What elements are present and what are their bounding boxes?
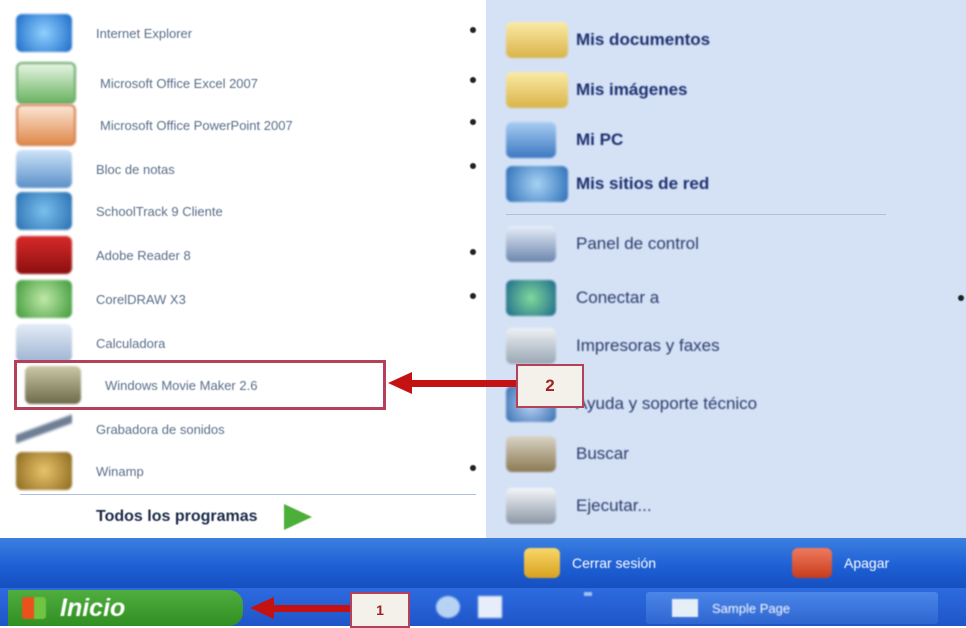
annotation-callout-1: 1 — [350, 592, 410, 628]
start-menu-places-pane: Mis documentos Mis imágenes Mi PC Mis si… — [486, 0, 966, 538]
submenu-arrow-icon — [470, 163, 476, 169]
window-icon — [672, 599, 698, 617]
divider — [20, 494, 476, 495]
places-my-documents[interactable]: Mis documentos — [506, 18, 958, 62]
program-powerpoint[interactable]: Microsoft Office PowerPoint 2007 — [16, 100, 484, 150]
search-icon — [506, 436, 556, 472]
program-internet-explorer[interactable]: Internet Explorer — [16, 8, 484, 58]
divider — [506, 214, 886, 215]
submenu-arrow-icon — [470, 293, 476, 299]
program-movie-maker-highlighted[interactable]: Windows Movie Maker 2.6 — [14, 360, 386, 410]
submenu-arrow-icon — [470, 119, 476, 125]
powerpoint-icon — [16, 104, 76, 146]
sound-recorder-icon — [16, 410, 72, 448]
notepad-icon — [16, 150, 72, 188]
submenu-arrow-icon — [470, 249, 476, 255]
submenu-arrow-icon — [958, 295, 964, 301]
system-printers[interactable]: Impresoras y faxes — [506, 324, 958, 368]
calculator-icon — [16, 324, 72, 362]
program-adobe-reader[interactable]: Adobe Reader 8 — [16, 230, 484, 280]
start-button[interactable]: Inicio — [8, 590, 243, 626]
winamp-icon — [16, 452, 72, 490]
adobe-reader-icon — [16, 236, 72, 274]
program-winamp[interactable]: Winamp — [16, 446, 484, 496]
control-panel-icon — [506, 226, 556, 262]
internet-explorer-icon — [16, 14, 72, 52]
schooltrack-icon — [16, 192, 72, 230]
power-icon — [792, 548, 832, 578]
annotation-arrow-2 — [408, 380, 520, 387]
excel-icon — [16, 62, 76, 104]
all-programs-button[interactable]: Todos los programas — [96, 500, 312, 534]
logoff-button[interactable]: Cerrar sesión — [524, 546, 656, 580]
quick-launch-ie-icon[interactable] — [436, 596, 460, 618]
submenu-arrow-icon — [470, 77, 476, 83]
shutdown-button[interactable]: Apagar — [792, 546, 889, 580]
annotation-arrowhead-1 — [250, 597, 274, 619]
places-my-pictures[interactable]: Mis imágenes — [506, 68, 958, 112]
logoff-key-icon — [524, 548, 560, 578]
logoff-bar: Cerrar sesión Apagar — [0, 538, 966, 588]
windows-flag-icon — [22, 597, 46, 619]
coreldraw-icon — [16, 280, 72, 318]
quick-launch-desktop-icon[interactable] — [478, 596, 502, 618]
my-computer-icon — [506, 122, 556, 158]
annotation-arrowhead-2 — [388, 372, 412, 394]
start-menu-programs-pane: Internet Explorer Microsoft Office Excel… — [0, 0, 486, 538]
program-schooltrack[interactable]: SchoolTrack 9 Cliente — [16, 186, 484, 236]
places-my-computer[interactable]: Mi PC — [506, 118, 958, 162]
folder-icon — [506, 22, 568, 58]
program-coreldraw[interactable]: CorelDRAW X3 — [16, 274, 484, 324]
system-run[interactable]: Ejecutar... — [506, 484, 958, 528]
green-arrow-icon — [283, 504, 312, 530]
submenu-arrow-icon — [470, 465, 476, 471]
run-icon — [506, 488, 556, 524]
movie-maker-icon — [25, 366, 81, 404]
submenu-arrow-icon — [470, 27, 476, 33]
printer-icon — [506, 328, 556, 364]
network-places-icon — [506, 166, 568, 202]
quick-launch-chevron-icon[interactable] — [584, 592, 592, 596]
annotation-callout-2: 2 — [516, 364, 584, 408]
system-connect-to[interactable]: Conectar a — [506, 276, 964, 320]
taskbar-window-button[interactable]: Sample Page — [646, 592, 938, 624]
connect-icon — [506, 280, 556, 316]
annotation-arrow-1 — [268, 605, 352, 612]
system-search[interactable]: Buscar — [506, 432, 958, 476]
system-control-panel[interactable]: Panel de control — [506, 222, 958, 266]
pictures-folder-icon — [506, 72, 568, 108]
places-network[interactable]: Mis sitios de red — [506, 162, 958, 206]
